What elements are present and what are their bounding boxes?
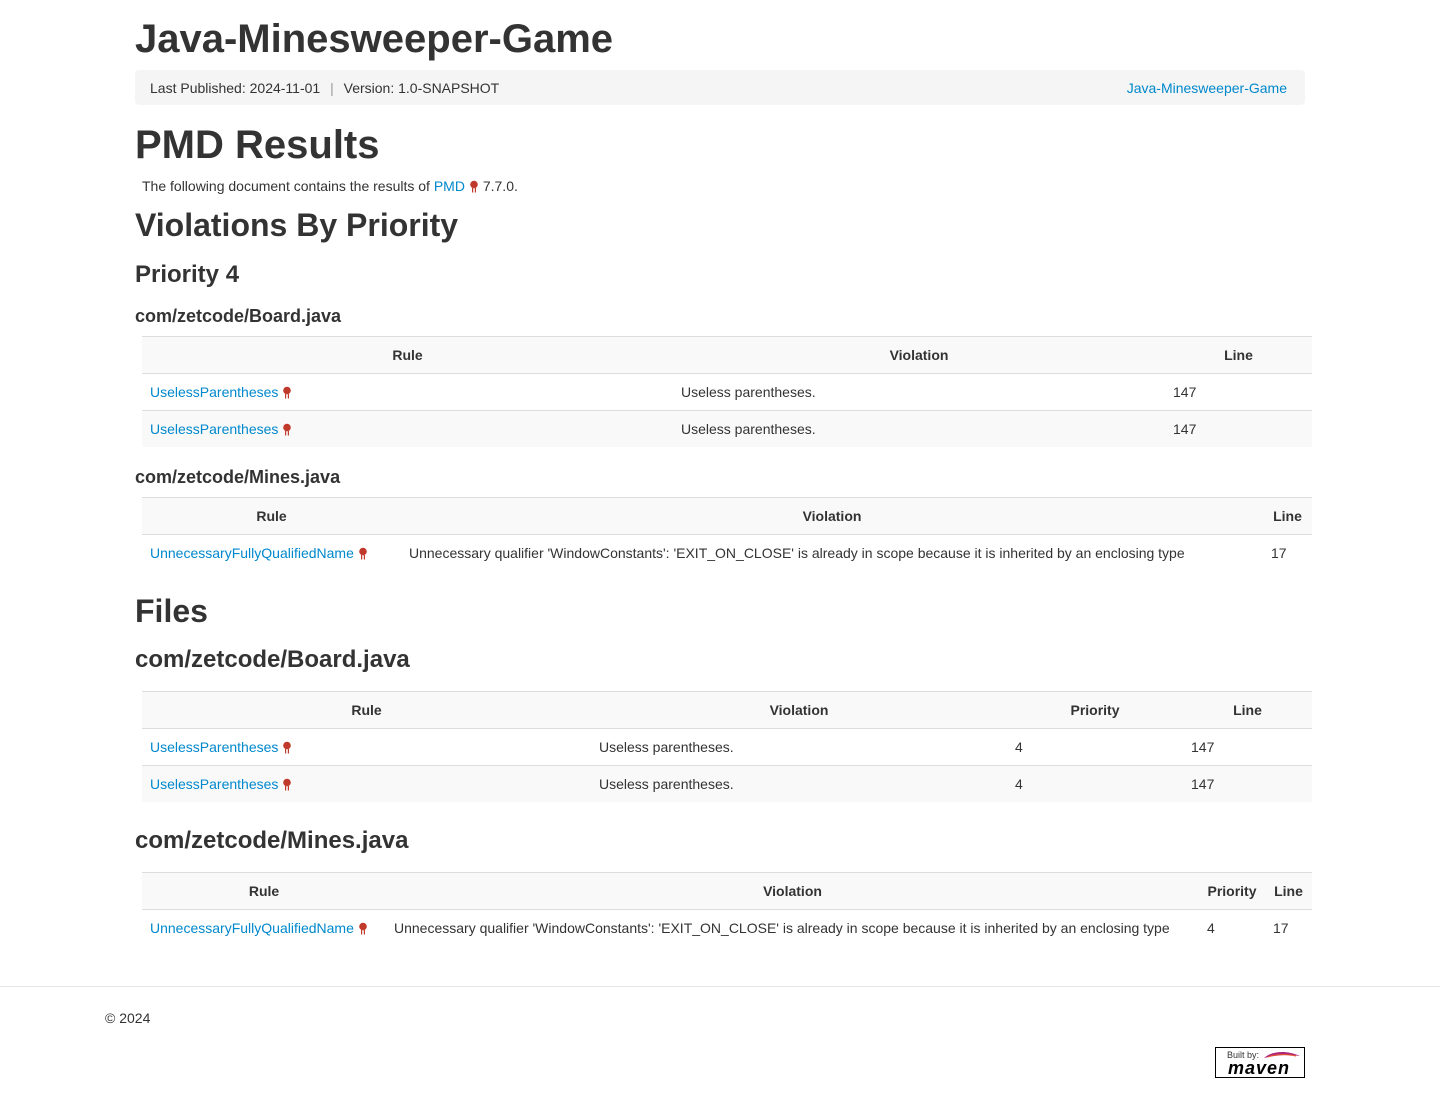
column-header-priority: Priority <box>1199 872 1265 910</box>
table-row: UselessParentheses Useless parentheses. … <box>142 728 1312 766</box>
column-header-line: Line <box>1263 497 1312 535</box>
breadcrumb-separator: | <box>330 79 334 96</box>
file-heading-board: com/zetcode/Board.java <box>135 306 342 326</box>
pmd-link[interactable]: PMD <box>434 178 465 194</box>
version: Version: 1.0-SNAPSHOT <box>343 79 500 96</box>
site-title: Java-Minesweeper-Game <box>135 17 614 61</box>
table-row: UselessParentheses Useless parentheses. … <box>142 410 1312 447</box>
priority-cell: 4 <box>1199 909 1265 946</box>
table-row: UselessParentheses Useless parentheses. … <box>142 373 1312 411</box>
priority-mines-table: Rule Violation Line UnnecessaryFullyQual… <box>142 497 1312 571</box>
table-header-row: Rule Violation Priority Line <box>142 872 1312 910</box>
table-header-row: Rule Violation Line <box>142 336 1312 374</box>
rule-link[interactable]: UselessParentheses <box>150 421 278 437</box>
rule-cell: UnnecessaryFullyQualifiedName <box>142 534 401 571</box>
files-heading: Files <box>135 593 208 629</box>
violation-cell: Useless parentheses. <box>673 373 1165 411</box>
column-header-rule: Rule <box>142 497 401 535</box>
external-link-icon <box>283 423 292 436</box>
footer-divider <box>0 986 1440 987</box>
pmd-version: 7.7.0. <box>482 178 518 194</box>
table-row: UnnecessaryFullyQualifiedName Unnecessar… <box>142 534 1312 571</box>
violation-cell: Unnecessary qualifier 'WindowConstants':… <box>401 534 1263 571</box>
violation-cell: Useless parentheses. <box>591 765 1007 802</box>
external-link-icon <box>359 547 367 560</box>
rule-cell: UselessParentheses <box>142 728 591 766</box>
rule-link[interactable]: UselessParentheses <box>150 776 278 792</box>
column-header-line: Line <box>1265 872 1312 910</box>
rule-cell: UselessParentheses <box>142 410 673 447</box>
external-link-icon <box>470 180 478 193</box>
rule-link[interactable]: UselessParentheses <box>150 384 278 400</box>
publish-info: Last Published: 2024-11-01 | Version: 1.… <box>150 80 499 96</box>
line-cell: 147 <box>1183 728 1312 766</box>
table-row: UnnecessaryFullyQualifiedName Unnecessar… <box>142 909 1312 946</box>
table-header-row: Rule Violation Priority Line <box>142 691 1312 729</box>
rule-link[interactable]: UnnecessaryFullyQualifiedName <box>150 920 354 936</box>
last-published: Last Published: 2024-11-01 <box>150 79 321 96</box>
priority-4-heading: Priority 4 <box>135 261 240 288</box>
file-heading-mines: com/zetcode/Mines.java <box>135 827 409 854</box>
external-link-icon <box>283 778 292 791</box>
violation-cell: Useless parentheses. <box>591 728 1007 766</box>
built-by-maven-badge[interactable]: Built by: maven <box>1215 1047 1305 1078</box>
column-header-priority: Priority <box>1007 691 1183 729</box>
table-header-row: Rule Violation Line <box>142 497 1312 535</box>
rule-link[interactable]: UselessParentheses <box>150 739 278 755</box>
column-header-rule: Rule <box>142 872 386 910</box>
project-link[interactable]: Java-Minesweeper-Game <box>1127 80 1287 96</box>
column-header-line: Line <box>1165 336 1312 374</box>
breadcrumb: Last Published: 2024-11-01 | Version: 1.… <box>135 70 1305 105</box>
rule-cell: UselessParentheses <box>142 765 591 802</box>
rule-cell: UnnecessaryFullyQualifiedName <box>142 909 386 946</box>
file-heading-mines: com/zetcode/Mines.java <box>135 467 341 487</box>
intro-prefix: The following document contains the resu… <box>142 178 430 194</box>
badge-maven-word: maven <box>1228 1058 1291 1078</box>
column-header-violation: Violation <box>591 691 1007 729</box>
column-header-rule: Rule <box>142 336 673 374</box>
external-link-icon <box>359 922 367 935</box>
table-row: UselessParentheses Useless parentheses. … <box>142 765 1312 802</box>
copyright: © 2024 <box>105 1010 151 1026</box>
column-header-rule: Rule <box>142 691 591 729</box>
column-header-violation: Violation <box>401 497 1263 535</box>
column-header-violation: Violation <box>673 336 1165 374</box>
external-link-icon <box>283 741 292 754</box>
external-link-icon <box>283 386 292 399</box>
page-title: PMD Results <box>135 123 380 167</box>
line-cell: 17 <box>1263 534 1312 571</box>
files-board-table: Rule Violation Priority Line UselessPare… <box>142 691 1312 802</box>
intro-text: The following document contains the resu… <box>142 177 518 195</box>
rule-cell: UselessParentheses <box>142 373 673 411</box>
column-header-line: Line <box>1183 691 1312 729</box>
violation-cell: Useless parentheses. <box>673 410 1165 447</box>
line-cell: 147 <box>1183 765 1312 802</box>
files-mines-table: Rule Violation Priority Line Unnecessary… <box>142 872 1312 946</box>
priority-cell: 4 <box>1007 765 1183 802</box>
violations-by-priority-heading: Violations By Priority <box>135 207 459 243</box>
line-cell: 147 <box>1165 373 1312 411</box>
column-header-violation: Violation <box>386 872 1199 910</box>
line-cell: 17 <box>1265 909 1312 946</box>
rule-link[interactable]: UnnecessaryFullyQualifiedName <box>150 545 354 561</box>
line-cell: 147 <box>1165 410 1312 447</box>
violation-cell: Unnecessary qualifier 'WindowConstants':… <box>386 909 1199 946</box>
priority-cell: 4 <box>1007 728 1183 766</box>
file-heading-board: com/zetcode/Board.java <box>135 646 410 673</box>
priority-board-table: Rule Violation Line UselessParentheses U… <box>142 336 1312 447</box>
